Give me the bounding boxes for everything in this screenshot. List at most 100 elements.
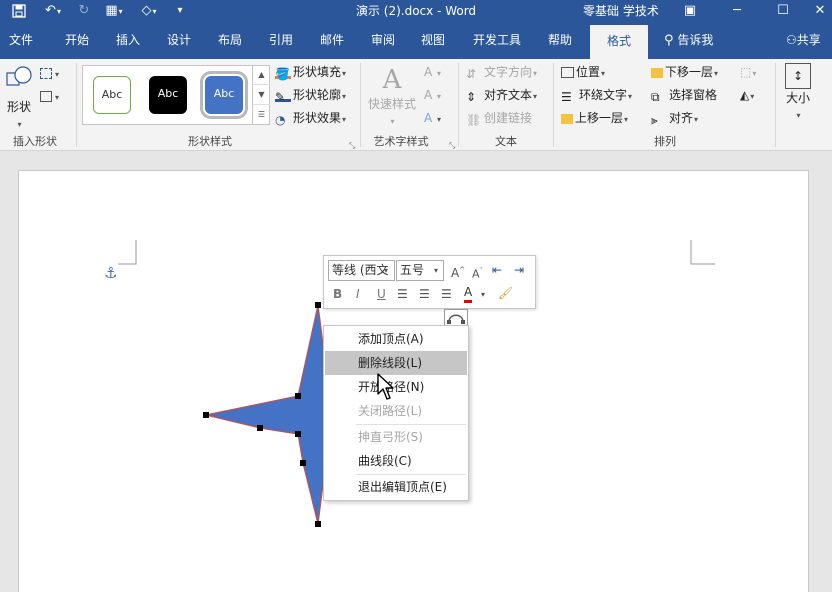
decrease-indent-icon[interactable]: ⇤: [492, 261, 502, 279]
context-menu: 添加顶点(A) 删除线段(L) 开放路径(N) 关闭路径(L) 抻直弓形(S) …: [323, 325, 469, 501]
tell-me-label: 告诉我: [677, 33, 714, 47]
format-painter-icon[interactable]: 🖌: [498, 284, 513, 302]
minimize-button[interactable]: ─: [722, 0, 752, 22]
tab-help[interactable]: 帮助: [537, 22, 583, 59]
tab-format[interactable]: 格式: [590, 25, 648, 59]
text-box-icon: [40, 91, 52, 102]
wordart-launcher-icon[interactable]: ⤡: [449, 137, 455, 155]
tab-file[interactable]: 文件: [0, 22, 42, 59]
maximize-button[interactable]: ☐: [768, 0, 798, 22]
font-name-dropdown-icon[interactable]: ▾: [384, 262, 388, 280]
shape-effects-button[interactable]: ◔ 形状效果▾: [275, 109, 346, 129]
gallery-up-icon[interactable]: ▲: [253, 65, 270, 85]
tab-insert[interactable]: 插入: [105, 22, 151, 59]
send-backward-button[interactable]: 下移一层▾: [651, 63, 718, 83]
text-group-label: 文本: [495, 135, 517, 148]
tab-home[interactable]: 开始: [54, 22, 100, 59]
shape-styles-launcher-icon[interactable]: ⤡: [349, 137, 355, 155]
shapes-label: 形状: [6, 100, 31, 114]
create-link-button[interactable]: ⛓ 创建链接: [466, 109, 532, 127]
menu-item-close-path[interactable]: 关闭路径(L): [325, 399, 467, 423]
tab-references[interactable]: 引用: [258, 22, 304, 59]
menu-item-exit-edit-points[interactable]: 退出编辑顶点(E): [325, 475, 467, 499]
share-button[interactable]: ⚇共享: [786, 22, 821, 59]
menu-item-delete-segment[interactable]: 删除线段(L): [325, 351, 467, 375]
pen-icon: ✎: [275, 88, 291, 104]
text-box-button[interactable]: ▾: [40, 87, 59, 107]
shrink-font-icon[interactable]: Aˇ: [472, 262, 483, 284]
tab-review[interactable]: 审阅: [360, 22, 406, 59]
tell-me-search[interactable]: ⚲ 告诉我: [664, 22, 713, 59]
group-objects-button[interactable]: ⬚▾: [740, 63, 756, 83]
text-fill-button[interactable]: A ▾: [424, 63, 441, 83]
align-text-button[interactable]: ⇕ 对齐文本▾: [466, 86, 537, 106]
image-insert-icon[interactable]: ▦▾: [100, 2, 128, 20]
font-color-dropdown-icon[interactable]: ▾: [481, 286, 485, 304]
tab-developer[interactable]: 开发工具: [465, 22, 529, 59]
grow-font-icon[interactable]: A^: [451, 261, 465, 282]
position-button[interactable]: 位置▾: [561, 63, 605, 83]
menu-item-add-point[interactable]: 添加顶点(A): [325, 327, 467, 351]
account-name[interactable]: 零基础 学技术: [583, 2, 659, 20]
shape-fill-button[interactable]: 🪣 形状填充▾: [275, 63, 346, 83]
window-title: 演示 (2).docx - Word: [355, 4, 477, 18]
menu-item-curved-segment[interactable]: 曲线段(C): [325, 449, 467, 473]
tab-mailings[interactable]: 邮件: [309, 22, 355, 59]
gallery-more-icon[interactable]: ☰: [253, 105, 270, 125]
save-icon[interactable]: [8, 2, 30, 20]
italic-button[interactable]: I: [356, 285, 360, 303]
font-color-button[interactable]: A: [464, 284, 473, 303]
crop-mark-right: [690, 240, 715, 265]
anchor-icon[interactable]: ⚓: [104, 264, 117, 282]
paint-bucket-icon: 🪣: [275, 67, 291, 81]
undo-icon[interactable]: ↶▾: [38, 2, 68, 20]
text-effects-button[interactable]: A ▾: [424, 109, 441, 129]
shape-effects-icon: ◔: [275, 113, 286, 127]
mouse-cursor-icon: [377, 373, 394, 400]
shape-outline-button[interactable]: ✎ 形状轮廓▾: [275, 86, 346, 106]
size-button[interactable]: ↕ 大小 ▾: [783, 63, 813, 125]
bring-forward-button[interactable]: 上移一层▾: [561, 109, 628, 129]
increase-indent-icon[interactable]: ⇥: [514, 261, 524, 279]
ribbon-display-icon[interactable]: ▣: [675, 0, 705, 22]
edit-shape-button[interactable]: ▾: [40, 64, 59, 84]
shape-insert-icon[interactable]: ◇▾: [134, 2, 164, 20]
crop-mark-left: [118, 240, 137, 265]
align-left-icon[interactable]: ☰: [397, 285, 408, 303]
align-icon: ⫸: [651, 113, 658, 127]
tab-layout[interactable]: 布局: [207, 22, 253, 59]
wrap-text-button[interactable]: ☰ 环绕文字▾: [561, 86, 632, 106]
close-button[interactable]: ✕: [805, 0, 832, 22]
align-button[interactable]: ⫸ 对齐▾: [651, 109, 698, 129]
tab-view[interactable]: 视图: [410, 22, 456, 59]
style-swatch-outline[interactable]: Abc: [93, 76, 131, 114]
ribbon-tabs: 文件 开始 插入 设计 布局 引用 邮件 审阅 视图 开发工具 帮助 格式 ⚲ …: [0, 22, 832, 59]
bring-forward-label: 上移一层: [575, 111, 624, 125]
align-center-icon[interactable]: ☰: [419, 285, 430, 303]
edit-points-indicator-icon: [444, 309, 468, 326]
gallery-scroll[interactable]: ▲ ▼ ☰: [252, 65, 270, 125]
align-text-icon: ⇕: [466, 90, 477, 104]
selection-pane-button[interactable]: ⧉ 选择窗格: [651, 86, 717, 104]
text-outline-button[interactable]: A ▾: [424, 86, 441, 106]
bold-button[interactable]: B: [333, 285, 342, 303]
menu-item-straighten-segment[interactable]: 抻直弓形(S): [325, 425, 467, 449]
style-swatch-black[interactable]: Abc: [149, 76, 187, 114]
wordart-icon: A: [382, 65, 402, 95]
style-swatch-blue[interactable]: Abc: [200, 71, 248, 119]
align-right-icon[interactable]: ☰: [441, 285, 452, 303]
redo-icon[interactable]: ↻: [74, 2, 94, 20]
shape-styles-gallery: Abc Abc Abc: [82, 65, 270, 125]
shapes-button[interactable]: 形状 ▾: [4, 65, 34, 129]
customize-quick-access-icon[interactable]: ▾: [172, 2, 188, 20]
quick-styles-button[interactable]: A 快速样式 ▾: [367, 65, 417, 131]
font-size-dropdown-icon[interactable]: ▾: [434, 262, 438, 280]
person-icon: ⚇: [786, 33, 797, 47]
gallery-down-icon[interactable]: ▼: [253, 85, 270, 105]
underline-button[interactable]: U: [377, 285, 386, 303]
wrap-text-label: 环绕文字: [579, 88, 628, 102]
text-direction-button[interactable]: ⇵ 文字方向▾: [466, 63, 537, 83]
tab-design[interactable]: 设计: [156, 22, 202, 59]
text-direction-label: 文字方向: [484, 65, 533, 79]
rotate-button[interactable]: ◭▾: [740, 86, 754, 106]
